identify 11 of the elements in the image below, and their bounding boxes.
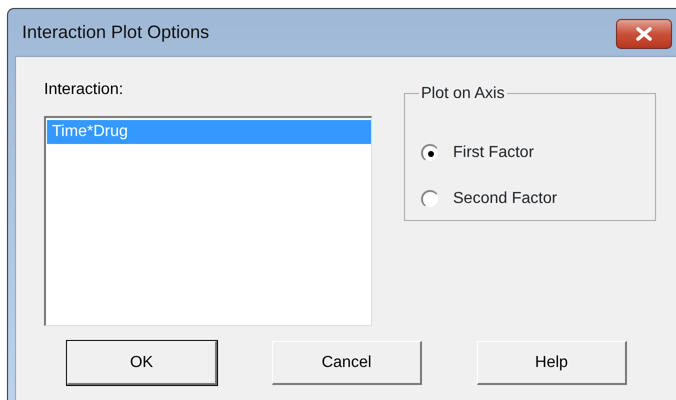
radio-button[interactable] xyxy=(421,190,439,208)
dialog-button[interactable]: Help xyxy=(477,341,627,385)
dialog-button[interactable]: OK xyxy=(67,341,217,385)
dialog-button[interactable]: Cancel xyxy=(272,341,422,385)
radio-label[interactable]: Second Factor xyxy=(453,187,558,211)
close-button[interactable] xyxy=(616,19,672,49)
close-icon xyxy=(635,27,653,41)
interaction-label: Interaction: xyxy=(44,80,124,100)
radio-button[interactable] xyxy=(421,144,439,162)
radio-label[interactable]: First Factor xyxy=(453,141,534,165)
window-title: Interaction Plot Options xyxy=(22,21,210,44)
